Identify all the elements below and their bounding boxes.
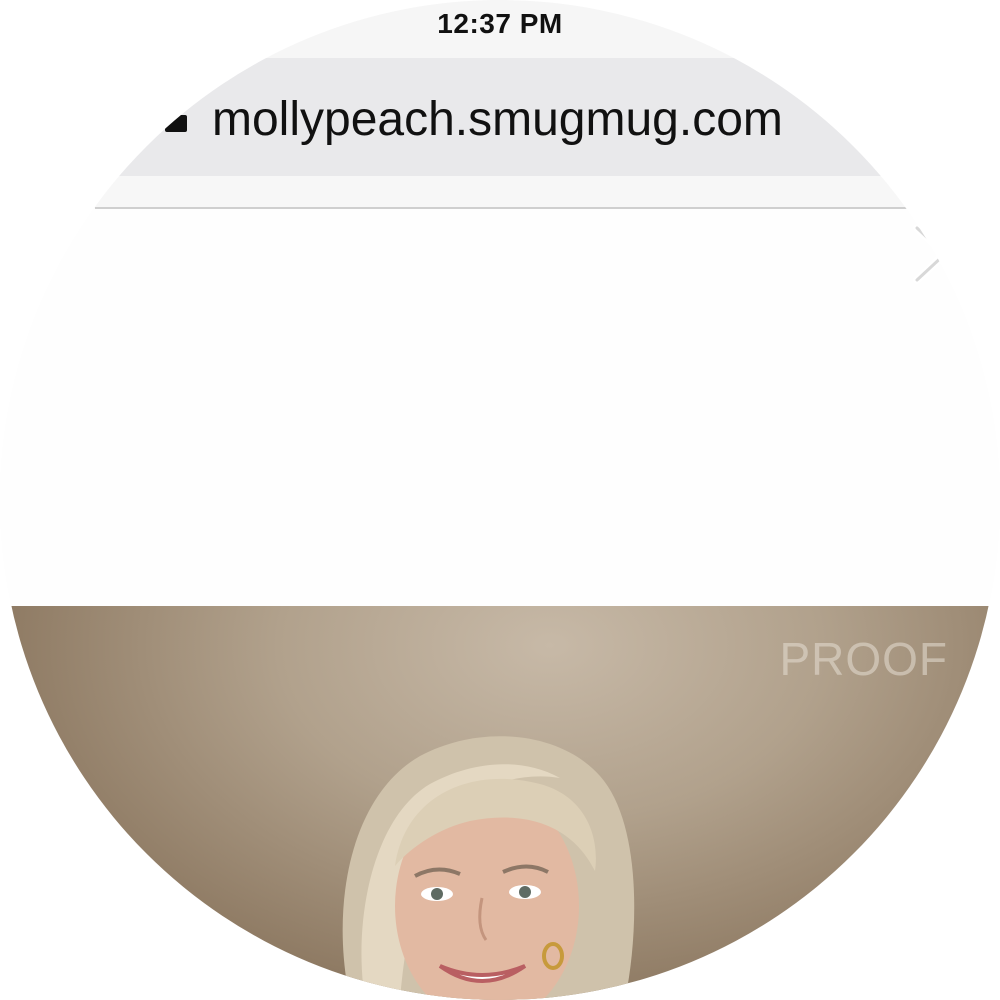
phone-screen: 12:37 PM mollypeach.smugmug.com PROOF: [0, 0, 1000, 1000]
proof-photo[interactable]: PROOF: [0, 606, 1000, 1000]
status-bar: 12:37 PM: [0, 0, 1000, 58]
lock-icon: [165, 115, 187, 132]
toolbar-gap: [0, 176, 1000, 208]
proof-watermark: PROOF: [779, 633, 948, 685]
page-content-area: [0, 209, 1000, 606]
chevron-right-icon[interactable]: [905, 222, 955, 286]
url-text[interactable]: mollypeach.smugmug.com: [212, 92, 783, 147]
status-time: 12:37 PM: [437, 8, 563, 39]
